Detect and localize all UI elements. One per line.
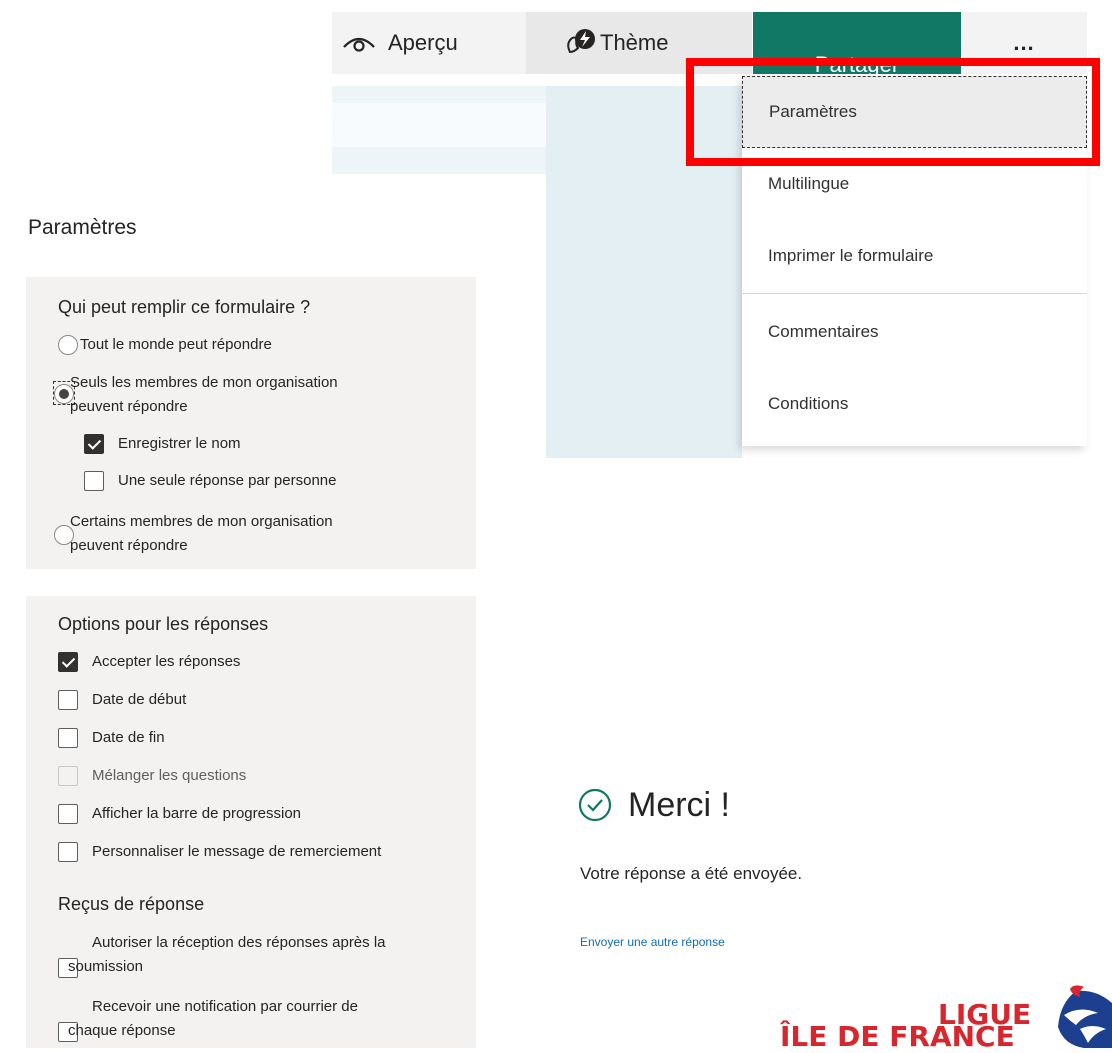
checkbox-record-name[interactable] bbox=[84, 434, 104, 454]
checkbox-shuffle-questions-label: Mélanger les questions bbox=[92, 767, 247, 784]
settings-title: Paramètres bbox=[28, 216, 137, 239]
menu-item-settings[interactable]: Paramètres bbox=[742, 76, 1087, 148]
theme-icon bbox=[567, 29, 595, 54]
checkbox-record-name-label: Enregistrer le nom bbox=[118, 435, 241, 452]
checkbox-receive-receipt-label-line2: soumission bbox=[68, 958, 144, 975]
menu-item-feedback[interactable]: Commentaires bbox=[742, 296, 1087, 368]
radio-org-members-label-line2: peuvent répondre bbox=[70, 398, 188, 415]
checkbox-shuffle-questions bbox=[58, 766, 78, 786]
checkbox-end-date-label: Date de fin bbox=[92, 729, 165, 746]
radio-specific-members-label-line1: Certains membres de mon organisation bbox=[70, 513, 333, 530]
form-title-area bbox=[332, 103, 546, 147]
form-banner-area bbox=[546, 86, 742, 458]
menu-item-terms[interactable]: Conditions bbox=[742, 368, 1087, 440]
radio-anyone[interactable] bbox=[58, 335, 78, 355]
who-can-fill-card: Qui peut remplir ce formulaire ? Tout le… bbox=[26, 277, 476, 569]
league-logo-icon bbox=[1058, 985, 1112, 1048]
menu-item-label: Multilingue bbox=[768, 174, 850, 193]
top-toolbar: Aperçu Thème Partager ... bbox=[332, 0, 1087, 86]
checkbox-end-date[interactable] bbox=[58, 728, 78, 748]
thanks-message: Votre réponse a été envoyée. bbox=[580, 864, 803, 883]
radio-anyone-label: Tout le monde peut répondre bbox=[80, 336, 272, 353]
ellipsis-icon: ... bbox=[1013, 30, 1035, 55]
menu-item-label: Conditions bbox=[768, 394, 849, 413]
checkbox-one-response[interactable] bbox=[84, 471, 104, 491]
checkbox-accept-responses-label: Accepter les réponses bbox=[92, 653, 241, 670]
response-receipts-heading: Reçus de réponse bbox=[58, 894, 205, 914]
response-options-heading: Options pour les réponses bbox=[58, 614, 269, 634]
checkbox-email-notify-label-line1: Recevoir une notification par courrier d… bbox=[92, 998, 358, 1015]
checkbox-accept-responses[interactable] bbox=[58, 652, 78, 672]
checkbox-progress-bar[interactable] bbox=[58, 804, 78, 824]
menu-item-multilingual[interactable]: Multilingue bbox=[742, 148, 1087, 220]
checkbox-receive-receipt-label-line1: Autoriser la réception des réponses aprè… bbox=[92, 934, 386, 951]
menu-item-print-form[interactable]: Imprimer le formulaire bbox=[742, 220, 1087, 292]
preview-label: Aperçu bbox=[388, 30, 458, 55]
menu-item-label: Imprimer le formulaire bbox=[768, 246, 934, 265]
preview-button[interactable]: Aperçu bbox=[332, 12, 526, 74]
submit-another-response-link[interactable]: Envoyer une autre réponse bbox=[580, 935, 725, 949]
checkbox-custom-thanks[interactable] bbox=[58, 842, 78, 862]
more-options-menu: Paramètres Multilingue Imprimer le formu… bbox=[742, 76, 1087, 446]
checkbox-email-notify-label-line2: chaque réponse bbox=[68, 1022, 176, 1039]
menu-item-label: Commentaires bbox=[768, 322, 879, 341]
checkbox-progress-bar-label: Afficher la barre de progression bbox=[92, 805, 302, 822]
more-options-button[interactable]: ... bbox=[961, 12, 1087, 74]
checkbox-one-response-label: Une seule réponse par personne bbox=[118, 472, 337, 489]
check-circle-icon bbox=[578, 788, 612, 822]
theme-label: Thème bbox=[600, 30, 669, 55]
eye-icon bbox=[343, 37, 375, 52]
who-can-fill-heading: Qui peut remplir ce formulaire ? bbox=[58, 297, 311, 317]
thanks-title: Merci ! bbox=[628, 786, 730, 824]
share-label: Partager bbox=[814, 52, 900, 74]
menu-divider bbox=[742, 293, 1087, 294]
response-options-card: Options pour les réponses Accepter les r… bbox=[26, 596, 476, 1048]
share-button[interactable]: Partager bbox=[753, 12, 961, 74]
theme-button[interactable]: Thème bbox=[526, 12, 752, 74]
menu-item-label: Paramètres bbox=[769, 102, 857, 121]
radio-org-members-label-line1: Seuls les membres de mon organisation bbox=[70, 374, 338, 391]
logo-text-line2: ÎLE DE FRANCE bbox=[780, 1020, 1015, 1053]
checkbox-start-date-label: Date de début bbox=[92, 691, 187, 708]
checkbox-custom-thanks-label: Personnaliser le message de remerciement bbox=[92, 843, 382, 860]
radio-specific-members-label-line2: peuvent répondre bbox=[70, 537, 188, 554]
checkbox-start-date[interactable] bbox=[58, 690, 78, 710]
